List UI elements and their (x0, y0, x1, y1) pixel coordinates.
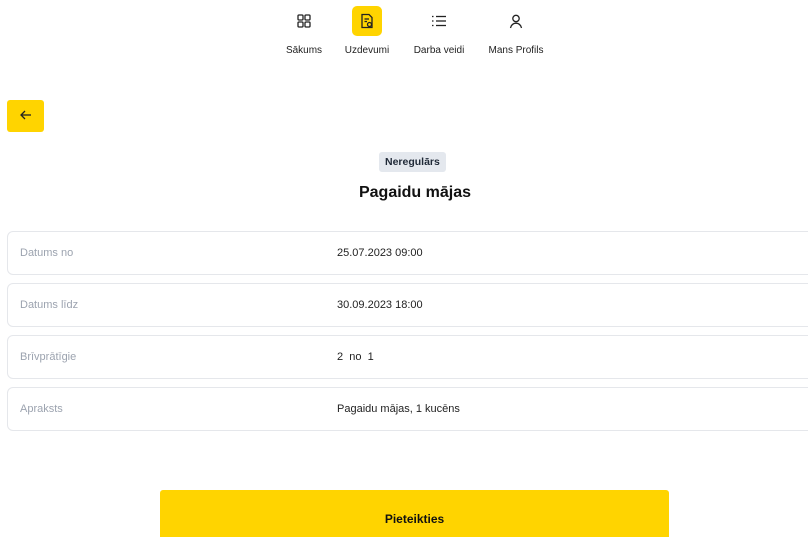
top-navigation: Sākums Uzdevumi Darba veidi Mans Profils (0, 6, 808, 66)
task-title: Pagaidu mājas (358, 184, 472, 201)
nav-label-uzdevumi: Uzdevumi (344, 45, 390, 56)
nav-item-darba-veidi[interactable]: Darba veidi (399, 6, 479, 56)
detail-row-date-to: Datums līdz 30.09.2023 18:00 (7, 283, 808, 327)
list-icon (424, 6, 454, 36)
task-detail-page: Sākums Uzdevumi Darba veidi Mans Profils… (0, 0, 808, 537)
apply-button[interactable]: Pieteikties (160, 490, 669, 537)
detail-row-date-from: Datums no 25.07.2023 09:00 (7, 231, 808, 275)
task-type-badge: Neregulārs (379, 152, 446, 172)
detail-label: Apraksts (20, 403, 63, 415)
detail-value: Pagaidu mājas, 1 kucēns (337, 403, 460, 415)
nav-item-mans-profils[interactable]: Mans Profils (476, 6, 556, 56)
grid-icon (289, 6, 319, 36)
detail-value: 30.09.2023 18:00 (337, 299, 423, 311)
detail-value: 2 no 1 (337, 351, 374, 363)
nav-label-darba-veidi: Darba veidi (413, 45, 465, 56)
user-icon (501, 6, 531, 36)
back-button[interactable] (7, 100, 44, 132)
detail-value: 25.07.2023 09:00 (337, 247, 423, 259)
detail-label: Datums līdz (20, 299, 79, 311)
task-document-icon (352, 6, 382, 36)
detail-row-volunteers: Brīvprātīgie 2 no 1 (7, 335, 808, 379)
detail-label: Datums no (20, 247, 74, 259)
nav-label-mans-profils: Mans Profils (488, 45, 544, 56)
arrow-left-icon (19, 107, 32, 125)
detail-label: Brīvprātīgie (20, 351, 77, 363)
detail-row-description: Apraksts Pagaidu mājas, 1 kucēns (7, 387, 808, 431)
nav-item-uzdevumi[interactable]: Uzdevumi (327, 6, 407, 56)
